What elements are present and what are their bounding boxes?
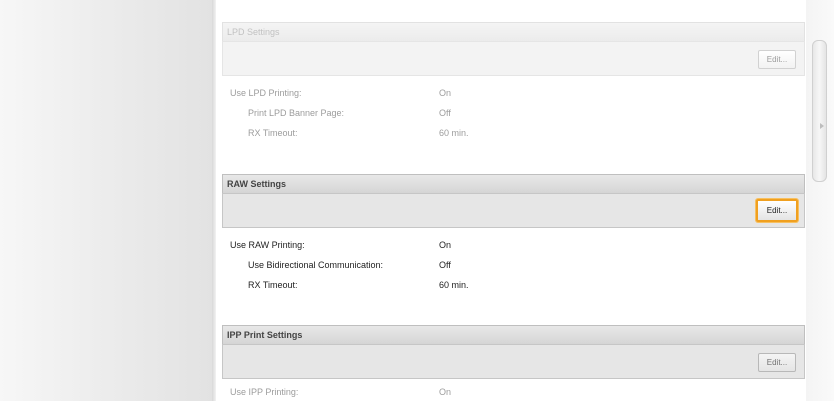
ipp-settings-section: IPP Print Settings Edit... Use IPP Print…	[222, 325, 805, 403]
scrollbar-thumb[interactable]	[812, 40, 827, 182]
setting-row: Print LPD Banner Page: Off	[222, 104, 805, 124]
setting-row: RX Timeout: 60 min.	[222, 276, 805, 296]
setting-row: Use IPP Printing: On	[222, 383, 805, 403]
setting-label: Use LPD Printing:	[230, 88, 302, 98]
section-title: IPP Print Settings	[222, 325, 805, 344]
setting-label: Use Bidirectional Communication:	[248, 260, 384, 270]
raw-edit-button[interactable]: Edit...	[756, 199, 798, 222]
section-title: LPD Settings	[222, 22, 805, 41]
ipp-settings-list: Use IPP Printing: On	[222, 379, 805, 403]
setting-row: Use Bidirectional Communication: Off	[222, 256, 805, 276]
raw-settings-section: RAW Settings Edit... Use RAW Printing: O…	[222, 174, 805, 296]
lpd-settings-list: Use LPD Printing: On Print LPD Banner Pa…	[222, 76, 805, 144]
setting-value: On	[439, 387, 452, 397]
setting-label: RX Timeout:	[248, 128, 298, 138]
setting-value: Off	[439, 108, 451, 118]
setting-value: 60 min.	[439, 280, 469, 290]
content-border	[212, 0, 216, 401]
section-title: RAW Settings	[222, 174, 805, 193]
setting-row: Use RAW Printing: On	[222, 236, 805, 256]
ipp-edit-button[interactable]: Edit...	[758, 353, 796, 372]
setting-value: On	[439, 240, 452, 250]
setting-value: On	[439, 88, 452, 98]
raw-settings-list: Use RAW Printing: On Use Bidirectional C…	[222, 228, 805, 296]
setting-label: RX Timeout:	[248, 280, 298, 290]
setting-label: Use IPP Printing:	[230, 387, 299, 397]
setting-label: Use RAW Printing:	[230, 240, 305, 250]
lpd-settings-section: LPD Settings Edit... Use LPD Printing: O…	[222, 22, 805, 144]
setting-label: Print LPD Banner Page:	[248, 108, 345, 118]
setting-row: RX Timeout: 60 min.	[222, 124, 805, 144]
section-toolbar: Edit...	[222, 344, 805, 379]
section-toolbar: Edit...	[222, 41, 805, 76]
lpd-edit-button[interactable]: Edit...	[758, 50, 796, 69]
setting-value: 60 min.	[439, 128, 469, 138]
setting-row: Use LPD Printing: On	[222, 84, 805, 104]
background-left	[0, 0, 215, 401]
collapse-arrow-icon[interactable]	[820, 123, 824, 129]
setting-value: Off	[439, 260, 451, 270]
section-toolbar: Edit...	[222, 193, 805, 228]
